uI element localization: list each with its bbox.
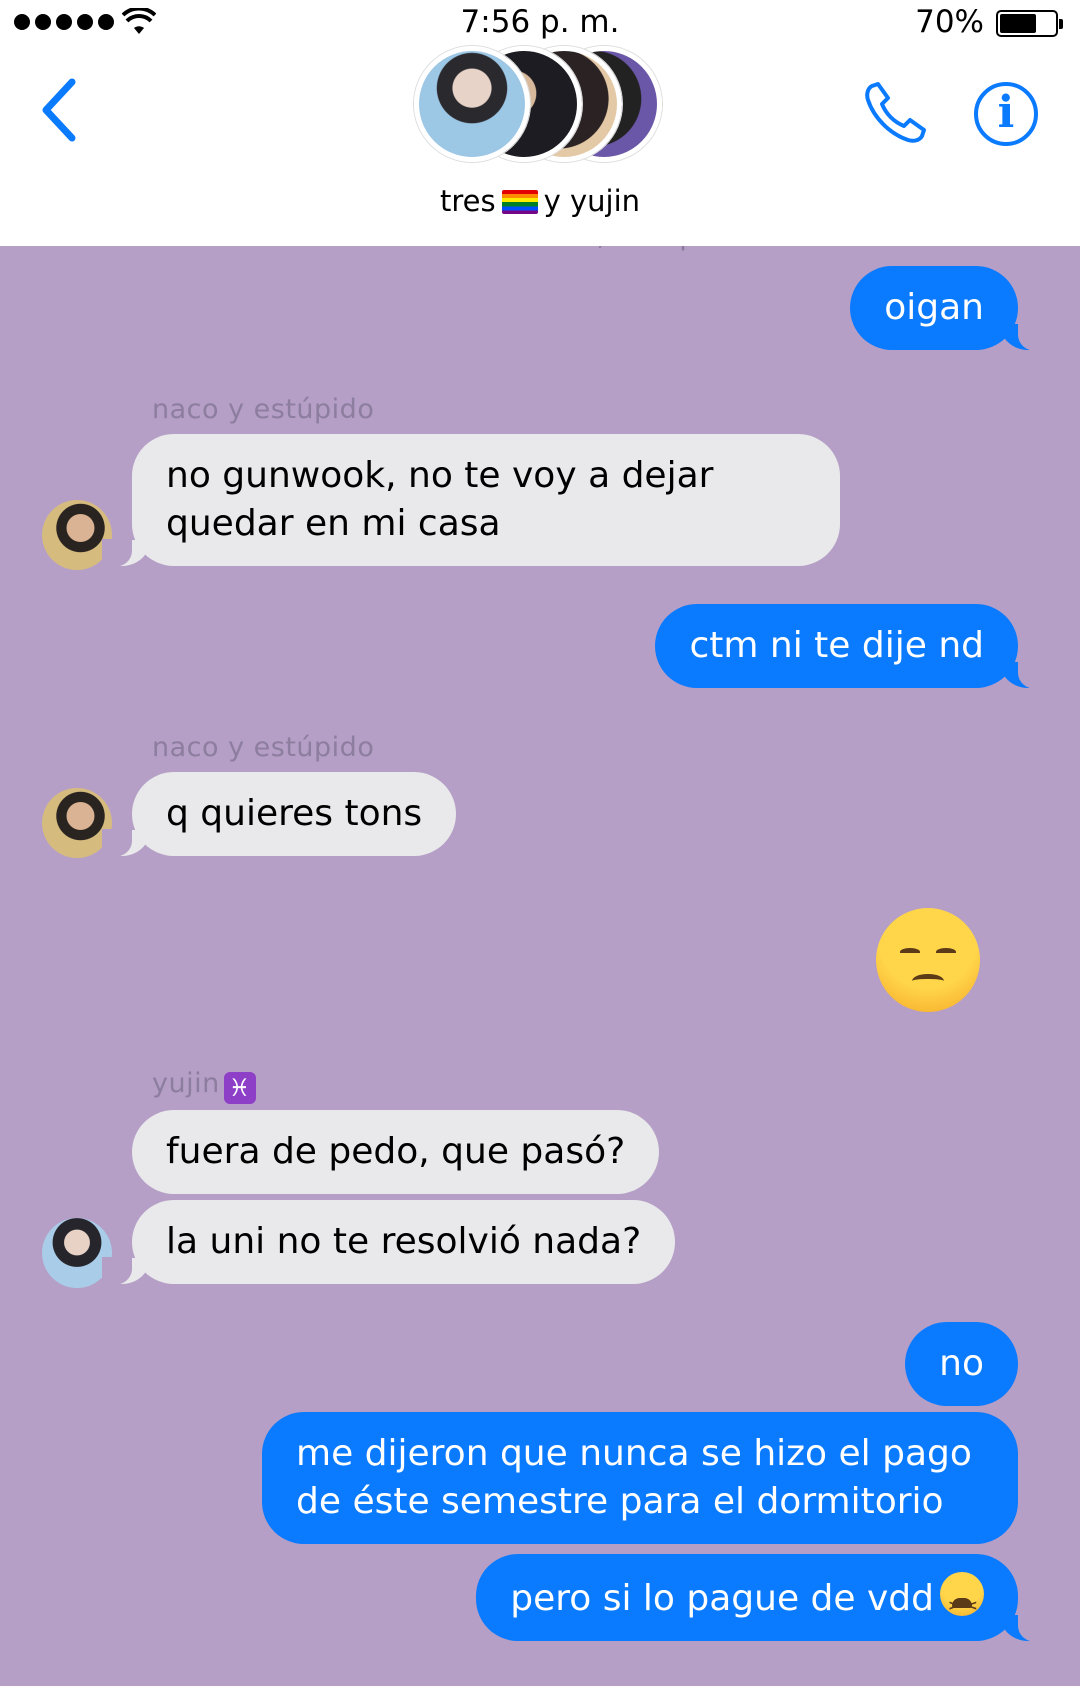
sender-name: yujin ♓ <box>152 1068 256 1104</box>
info-icon[interactable]: i <box>974 82 1038 146</box>
battery-percentage: 70% <box>915 4 984 40</box>
phone-icon[interactable] <box>862 80 928 146</box>
message-bubble-outgoing[interactable]: me dijeron que nunca se hizo el pago de … <box>262 1412 1018 1544</box>
tired-face-emoji: >< <box>940 1572 984 1616</box>
chat-title-suffix: y yujin <box>543 184 641 218</box>
message-bubble-incoming[interactable]: la uni no te resolvió nada? <box>101 1200 676 1285</box>
pisces-icon: ♓ <box>223 1072 256 1104</box>
message-bubble-incoming[interactable]: fuera de pedo, que pasó? <box>132 1110 660 1194</box>
message-bubble-incoming[interactable]: q quieres tons <box>101 772 457 857</box>
message-bubble-outgoing[interactable]: no <box>905 1322 1018 1406</box>
sender-name: naco y estúpido <box>152 732 375 763</box>
message-bubble-outgoing[interactable]: pero si lo pague de vdd>< <box>476 1554 1048 1642</box>
chat-header: 7:56 p. m. 70% tres y yujin i <box>0 0 1080 246</box>
status-bar: 7:56 p. m. 70% <box>0 0 1080 48</box>
disappointed-face-emoji[interactable] <box>876 908 980 1012</box>
group-avatars[interactable] <box>414 46 664 164</box>
message-bubble-outgoing[interactable]: ctm ni te dije nd <box>655 604 1048 689</box>
chat-title[interactable]: tres y yujin <box>0 184 1080 218</box>
chat-title-prefix: tres <box>439 184 496 218</box>
sender-name-text: yujin <box>152 1068 220 1099</box>
rainbow-flag-icon <box>501 190 538 214</box>
chevron-left-icon[interactable] <box>38 78 78 142</box>
sender-name: naco y estúpido <box>152 394 375 425</box>
battery-icon <box>996 10 1063 37</box>
message-bubble-outgoing[interactable]: oigan <box>850 266 1048 351</box>
message-bubble-incoming[interactable]: no gunwook, no te voy a dejar quedar en … <box>102 434 840 567</box>
message-text: pero si lo pague de vdd <box>510 1578 934 1619</box>
avatar <box>414 46 530 162</box>
